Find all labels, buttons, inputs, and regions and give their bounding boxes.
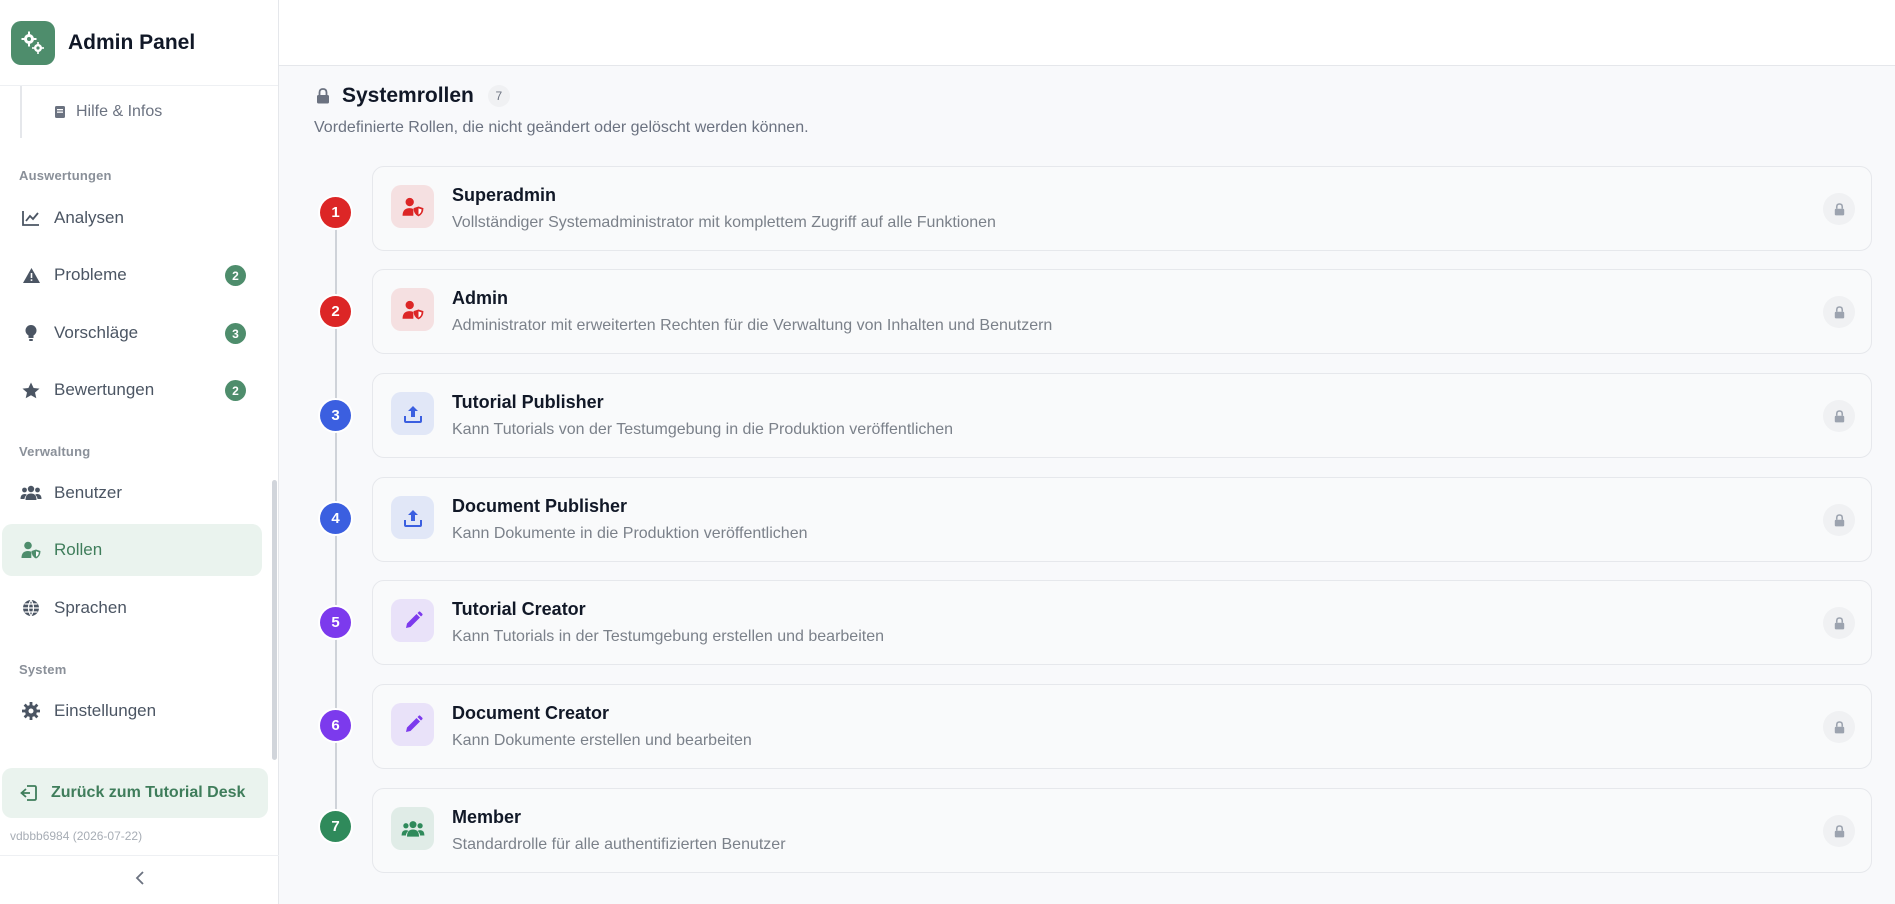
role-description: Kann Dokumente erstellen und bearbeiten [452,732,752,749]
role-description: Administrator mit erweiterten Rechten fü… [452,317,1053,334]
sidebar-item-probleme[interactable]: Probleme 2 [2,249,262,301]
role-card[interactable]: Tutorial Publisher Kann Tutorials von der… [372,373,1872,458]
gears-icon [11,20,55,65]
count-badge: 2 [225,380,246,401]
role-name: Document Creator [452,703,610,723]
section-label-system: System [19,662,67,677]
star-icon [20,379,42,401]
sidebar-item-label: Vorschläge [54,323,139,342]
count-badge: 3 [225,323,246,344]
role-card[interactable]: Document Publisher Kann Dokumente in die … [372,477,1872,562]
sidebar-item-label: Rollen [54,540,103,559]
section-subtitle: Vordefinierte Rollen, die nicht geändert… [314,119,809,136]
sidebar-item-label: Hilfe & Infos [76,103,163,120]
upload-icon [391,392,434,435]
role-card[interactable]: Superadmin Vollständiger Systemadministra… [372,166,1872,251]
gear-icon [20,700,42,722]
sidebar-item-label: Benutzer [54,483,123,502]
role-number-badge: 7 [320,811,351,842]
role-description: Standardrolle für alle authentifizierten… [452,836,786,853]
sidebar-nav: Hilfe & Infos Auswertungen Analysen Prob… [0,86,272,754]
sign-in-icon [20,785,37,801]
section-label-verwaltung: Verwaltung [19,444,91,459]
sidebar-item-vorschlaege[interactable]: Vorschläge 3 [2,307,262,359]
role-name: Tutorial Publisher [452,392,604,412]
warning-icon [20,264,42,286]
role-number-badge: 4 [320,503,351,534]
lock-icon [1823,193,1855,225]
role-card[interactable]: Document Creator Kann Dokumente erstellen… [372,684,1872,769]
sidebar-item-label: Bewertungen [54,380,155,399]
role-number-badge: 5 [320,607,351,638]
sidebar-scrollbar[interactable] [272,480,277,760]
role-number-badge: 6 [320,710,351,741]
lock-icon [1823,711,1855,743]
role-name: Tutorial Creator [452,599,586,619]
role-description: Kann Tutorials in der Testumgebung erste… [452,628,884,645]
lock-icon [1823,400,1855,432]
user-shield-icon [391,185,434,228]
sidebar-item-label: Probleme [54,265,127,284]
lock-icon [1823,504,1855,536]
globe-icon [20,597,42,619]
sidebar: Admin Panel Hilfe & Infos Auswertungen A… [0,0,279,904]
role-number-badge: 3 [320,400,351,431]
users-icon [20,482,42,504]
chevron-left-icon [135,870,145,891]
sidebar-item-analysen[interactable]: Analysen [2,192,262,244]
sidebar-item-einstellungen[interactable]: Einstellungen [2,685,262,737]
users-icon [391,807,434,850]
app-title: Admin Panel [68,30,196,54]
collapse-sidebar-button[interactable] [0,855,279,904]
role-name: Member [452,807,522,827]
role-name: Superadmin [452,185,557,205]
sidebar-item-bewertungen[interactable]: Bewertungen 2 [2,364,262,416]
upload-icon [391,496,434,539]
role-number-badge: 1 [320,197,351,228]
sidebar-item-help[interactable]: Hilfe & Infos [20,86,260,138]
sidebar-item-label: Analysen [54,208,124,227]
user-shield-icon [391,288,434,331]
back-button-label: Zurück zum Tutorial Desk [51,784,246,801]
pencil-icon [391,599,434,642]
version-label: vdbbb6984 (2026-07-22) [10,829,143,843]
book-icon [54,105,66,119]
back-to-tutorial-desk-button[interactable]: Zurück zum Tutorial Desk [2,768,268,818]
pencil-icon [391,703,434,746]
lock-icon [1823,815,1855,847]
lock-icon [316,88,330,104]
lightbulb-icon [20,322,42,344]
brand-header: Admin Panel [0,0,278,86]
role-card[interactable]: Member Standardrolle für alle authentifiz… [372,788,1872,873]
role-card[interactable]: Tutorial Creator Kann Tutorials in der Te… [372,580,1872,665]
role-number-badge: 2 [320,296,351,327]
user-shield-icon [20,539,42,561]
section-title: Systemrollen [342,84,474,107]
role-name: Document Publisher [452,496,628,516]
sidebar-item-sprachen[interactable]: Sprachen [2,582,262,634]
roles-count-badge: 7 [487,85,510,107]
role-card[interactable]: Admin Administrator mit erweiterten Recht… [372,269,1872,354]
role-description: Vollständiger Systemadministrator mit ko… [452,214,996,231]
chart-line-icon [20,207,42,229]
role-description: Kann Dokumente in die Produktion veröffe… [452,525,808,542]
top-bar [279,0,1895,66]
sidebar-item-label: Sprachen [54,598,127,617]
lock-icon [1823,607,1855,639]
role-name: Admin [452,288,508,308]
sidebar-item-benutzer[interactable]: Benutzer [2,467,262,519]
section-label-auswertungen: Auswertungen [19,168,112,183]
count-badge: 2 [225,265,246,286]
role-description: Kann Tutorials von der Testumgebung in d… [452,421,954,438]
sidebar-item-label: Einstellungen [54,701,157,720]
sidebar-item-rollen[interactable]: Rollen [2,524,262,576]
main-content: Systemrollen 7 Vordefinierte Rollen, die… [279,66,1895,904]
section-header: Systemrollen 7 [316,84,510,108]
lock-icon [1823,296,1855,328]
